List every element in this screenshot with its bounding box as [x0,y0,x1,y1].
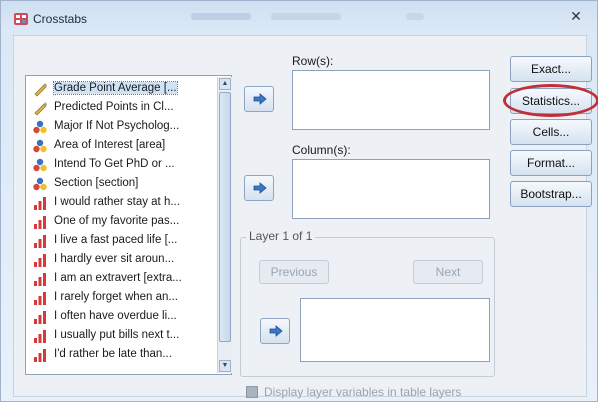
variable-list-item[interactable]: I usually put bills next t... [30,326,215,345]
rows-box[interactable] [292,70,490,130]
variable-label: Section [section] [54,177,139,189]
scale-icon [34,83,47,97]
variable-label: Intend To Get PhD or ... [54,158,175,170]
ordinal-icon [34,197,46,210]
variable-list-item[interactable]: I hardly ever sit aroun... [30,250,215,269]
right-arrow-icon [253,182,267,194]
variable-list-item[interactable]: Intend To Get PhD or ... [30,155,215,174]
display-layer-label: Display layer variables in table layers [264,385,462,399]
ordinal-icon [34,311,46,324]
variable-label: One of my favorite pas... [54,215,180,227]
scroll-up-arrow-icon[interactable]: ▲ [219,78,231,90]
variable-list-item[interactable]: Major If Not Psycholog... [30,117,215,136]
move-to-columns-button[interactable] [244,175,274,201]
nominal-icon [33,158,47,172]
variable-list-items: Grade Point Average [... Predicted Points… [30,79,215,373]
ordinal-icon [34,273,46,286]
variable-list-item[interactable]: I am an extravert [extra... [30,269,215,288]
variable-list-item[interactable]: One of my favorite pas... [30,212,215,231]
variable-label: I'd rather be late than... [54,348,172,360]
right-arrow-icon [253,93,267,105]
exact-button[interactable]: Exact... [510,56,592,82]
variable-label: I am an extravert [extra... [54,272,182,284]
blurred-background [406,13,424,20]
variable-label: Area of Interest [area] [54,139,166,151]
layer-box[interactable] [300,298,490,362]
previous-layer-button[interactable]: Previous [259,260,329,284]
ordinal-icon [34,235,46,248]
layer-title: Layer 1 of 1 [246,229,316,243]
columns-box[interactable] [292,159,490,219]
variable-label: Grade Point Average [... [53,81,178,95]
format-button[interactable]: Format... [510,150,592,176]
source-variable-list[interactable]: Grade Point Average [... Predicted Points… [25,75,232,375]
variable-list-item[interactable]: I would rather stay at h... [30,193,215,212]
variable-list-item[interactable]: I often have overdue li... [30,307,215,326]
variable-list-item[interactable]: Grade Point Average [... [30,79,215,98]
blurred-background [271,13,341,20]
variable-list-item[interactable]: I'd rather be late than... [30,345,215,364]
scale-icon [34,102,47,116]
variable-list-item[interactable]: I rarely forget when an... [30,288,215,307]
ordinal-icon [34,254,46,267]
move-to-layer-button[interactable] [260,318,290,344]
move-to-rows-button[interactable] [244,86,274,112]
display-layer-checkbox[interactable] [246,386,258,398]
variable-label: I hardly ever sit aroun... [54,253,175,265]
ordinal-icon [34,292,46,305]
nominal-icon [33,177,47,191]
variable-label: I often have overdue li... [54,310,177,322]
right-arrow-icon [269,325,283,337]
scroll-thumb[interactable] [219,92,231,342]
variable-label: I rarely forget when an... [54,291,179,303]
window-title: Crosstabs [33,12,88,26]
bootstrap-button[interactable]: Bootstrap... [510,181,592,207]
ordinal-icon [34,216,46,229]
ordinal-icon [34,349,46,362]
variable-list-item[interactable]: I live a fast paced life [... [30,231,215,250]
variable-label: I usually put bills next t... [54,329,180,341]
scroll-down-arrow-icon[interactable]: ▼ [219,360,231,372]
close-button[interactable]: ✕ [561,7,591,25]
columns-label: Column(s): [292,143,351,157]
variable-list-item[interactable]: Area of Interest [area] [30,136,215,155]
nominal-icon [33,120,47,134]
nominal-icon [33,139,47,153]
variable-label: Major If Not Psycholog... [54,120,180,132]
cells-button[interactable]: Cells... [510,119,592,145]
rows-label: Row(s): [292,54,334,68]
crosstabs-app-icon [14,13,28,25]
variable-label: I would rather stay at h... [54,196,180,208]
statistics-highlight-circle [503,84,598,117]
variable-list-scrollbar[interactable]: ▲ ▼ [217,77,232,373]
ordinal-icon [34,330,46,343]
blurred-background [191,13,251,20]
variable-label: Predicted Points in Cl... [54,101,174,113]
variable-list-item[interactable]: Section [section] [30,174,215,193]
variable-list-item[interactable]: Predicted Points in Cl... [30,98,215,117]
variable-label: I live a fast paced life [... [54,234,178,246]
next-layer-button[interactable]: Next [413,260,483,284]
title-bar: Crosstabs ✕ [1,1,597,35]
